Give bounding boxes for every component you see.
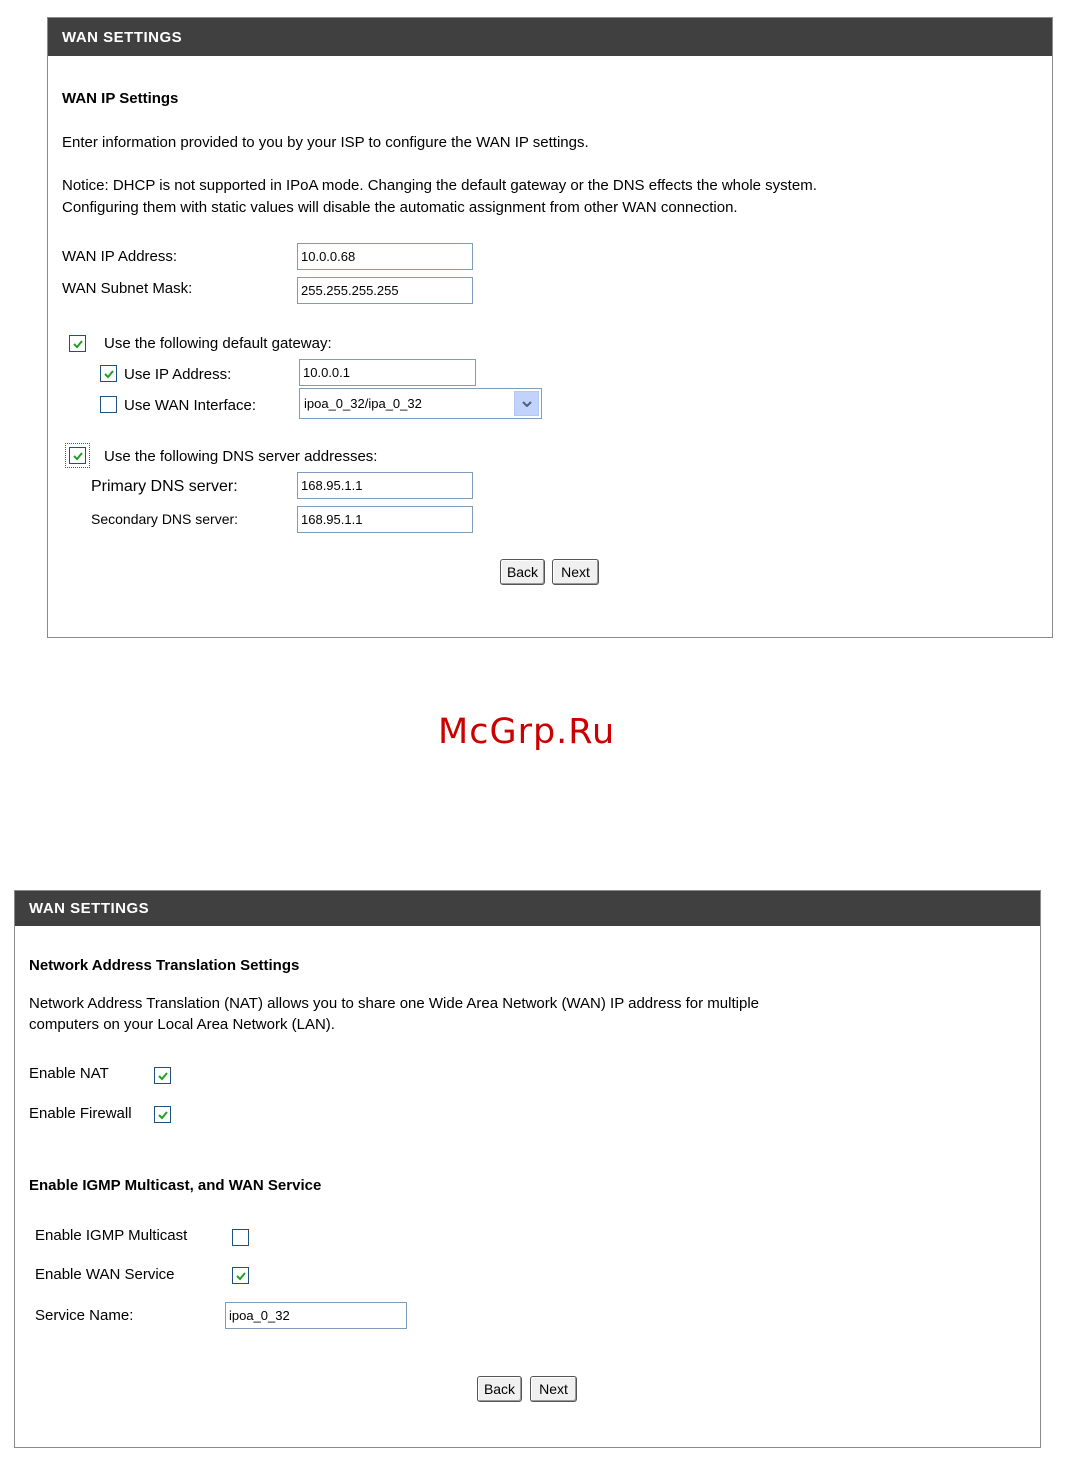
use-wan-interface-checkbox[interactable] xyxy=(100,396,117,413)
intro-text: Enter information provided to you by you… xyxy=(62,134,589,151)
secondary-dns-input[interactable]: 168.95.1.1 xyxy=(297,506,473,533)
dns-servers-label: Use the following DNS server addresses: xyxy=(104,448,378,465)
enable-nat-checkbox[interactable] xyxy=(154,1067,171,1084)
wan-interface-select[interactable]: ipoa_0_32/ipa_0_32 xyxy=(299,388,542,419)
section-heading-wan-ip: WAN IP Settings xyxy=(62,90,179,107)
gateway-ip-input[interactable]: 10.0.0.1 xyxy=(299,359,476,386)
use-ip-address-checkbox[interactable] xyxy=(100,365,117,382)
nat-description-line1: Network Address Translation (NAT) allows… xyxy=(29,995,759,1012)
enable-firewall-checkbox[interactable] xyxy=(154,1106,171,1123)
default-gateway-checkbox[interactable] xyxy=(69,335,86,352)
wan-ip-input[interactable]: 10.0.0.68 xyxy=(297,243,473,270)
enable-nat-label: Enable NAT xyxy=(29,1065,109,1082)
checkmark-icon xyxy=(72,451,83,460)
use-ip-address-label: Use IP Address: xyxy=(124,366,232,383)
notice-text-line2: Configuring them with static values will… xyxy=(62,199,738,216)
chevron-down-icon[interactable] xyxy=(514,391,539,416)
panel-title: WAN SETTINGS xyxy=(15,891,1040,926)
wan-ip-label: WAN IP Address: xyxy=(62,248,178,265)
primary-dns-label: Primary DNS server: xyxy=(91,478,238,495)
checkmark-icon xyxy=(157,1110,168,1119)
enable-wan-service-label: Enable WAN Service xyxy=(35,1266,175,1283)
notice-text-line1: Notice: DHCP is not supported in IPoA mo… xyxy=(62,177,817,194)
igmp-heading: Enable IGMP Multicast, and WAN Service xyxy=(29,1177,322,1194)
wan-subnet-mask-input[interactable]: 255.255.255.255 xyxy=(297,277,473,304)
nat-heading: Network Address Translation Settings xyxy=(29,957,300,974)
dns-servers-checkbox[interactable] xyxy=(65,443,90,468)
enable-igmp-label: Enable IGMP Multicast xyxy=(35,1227,188,1244)
secondary-dns-label: Secondary DNS server: xyxy=(91,511,239,527)
nat-description-line2: computers on your Local Area Network (LA… xyxy=(29,1016,335,1033)
checkmark-icon xyxy=(103,369,114,378)
panel-title: WAN SETTINGS xyxy=(48,18,1052,56)
wan-settings-panel-ip: WAN SETTINGS xyxy=(47,17,1053,638)
use-wan-interface-label: Use WAN Interface: xyxy=(124,397,256,414)
checkmark-icon xyxy=(72,339,83,348)
service-name-input[interactable]: ipoa_0_32 xyxy=(225,1302,407,1329)
checkmark-icon xyxy=(235,1271,246,1280)
checkmark-icon xyxy=(157,1071,168,1080)
wan-subnet-mask-label: WAN Subnet Mask: xyxy=(62,280,193,297)
primary-dns-input[interactable]: 168.95.1.1 xyxy=(297,472,473,499)
back-button[interactable]: Back xyxy=(477,1376,522,1402)
next-button[interactable]: Next xyxy=(530,1376,577,1402)
default-gateway-label: Use the following default gateway: xyxy=(104,335,332,352)
next-button[interactable]: Next xyxy=(552,559,599,585)
enable-wan-service-checkbox[interactable] xyxy=(232,1267,249,1284)
back-button[interactable]: Back xyxy=(500,559,545,585)
wan-interface-selected: ipoa_0_32/ipa_0_32 xyxy=(304,396,422,411)
service-name-label: Service Name: xyxy=(35,1307,134,1324)
enable-igmp-checkbox[interactable] xyxy=(232,1229,249,1246)
enable-firewall-label: Enable Firewall xyxy=(29,1105,132,1122)
watermark-text: McGrp.Ru xyxy=(438,712,616,752)
